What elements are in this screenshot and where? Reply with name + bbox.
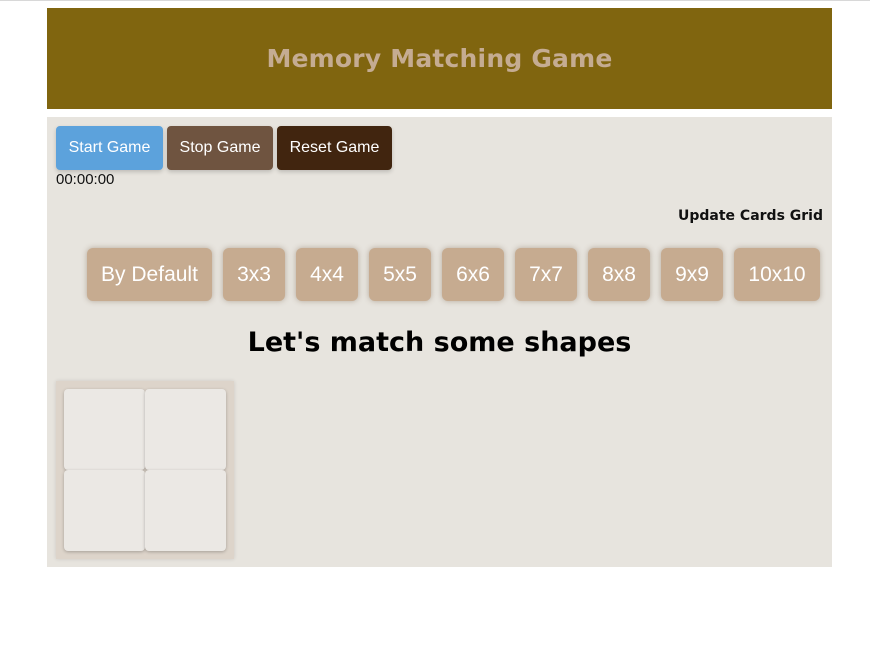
grid-size-5x5-button[interactable]: 5x5: [369, 248, 431, 301]
memory-card[interactable]: [145, 389, 226, 470]
grid-size-8x8-button[interactable]: 8x8: [588, 248, 650, 301]
grid-size-6x6-button[interactable]: 6x6: [442, 248, 504, 301]
grid-size-7x7-button[interactable]: 7x7: [515, 248, 577, 301]
memory-card[interactable]: [64, 389, 145, 470]
board-title: Let's match some shapes: [247, 327, 632, 358]
grid-size-3x3-button[interactable]: 3x3: [223, 248, 285, 301]
grid-size-default-button[interactable]: By Default: [87, 248, 212, 301]
card-board: [56, 381, 234, 559]
grid-size-10x10-button[interactable]: 10x10: [734, 248, 820, 301]
memory-card[interactable]: [64, 470, 145, 551]
memory-card[interactable]: [145, 470, 226, 551]
update-grid-label: Update Cards Grid: [678, 208, 823, 224]
grid-size-4x4-button[interactable]: 4x4: [296, 248, 358, 301]
reset-game-button[interactable]: Reset Game: [277, 126, 392, 170]
game-panel: Start Game Stop Game Reset Game 00:00:00…: [47, 117, 832, 567]
top-divider: [0, 0, 870, 1]
start-game-button[interactable]: Start Game: [56, 126, 163, 170]
grid-size-9x9-button[interactable]: 9x9: [661, 248, 723, 301]
app-header: Memory Matching Game: [47, 8, 832, 109]
page-title: Memory Matching Game: [266, 44, 613, 73]
game-timer: 00:00:00: [56, 171, 115, 188]
stop-game-button[interactable]: Stop Game: [167, 126, 273, 170]
